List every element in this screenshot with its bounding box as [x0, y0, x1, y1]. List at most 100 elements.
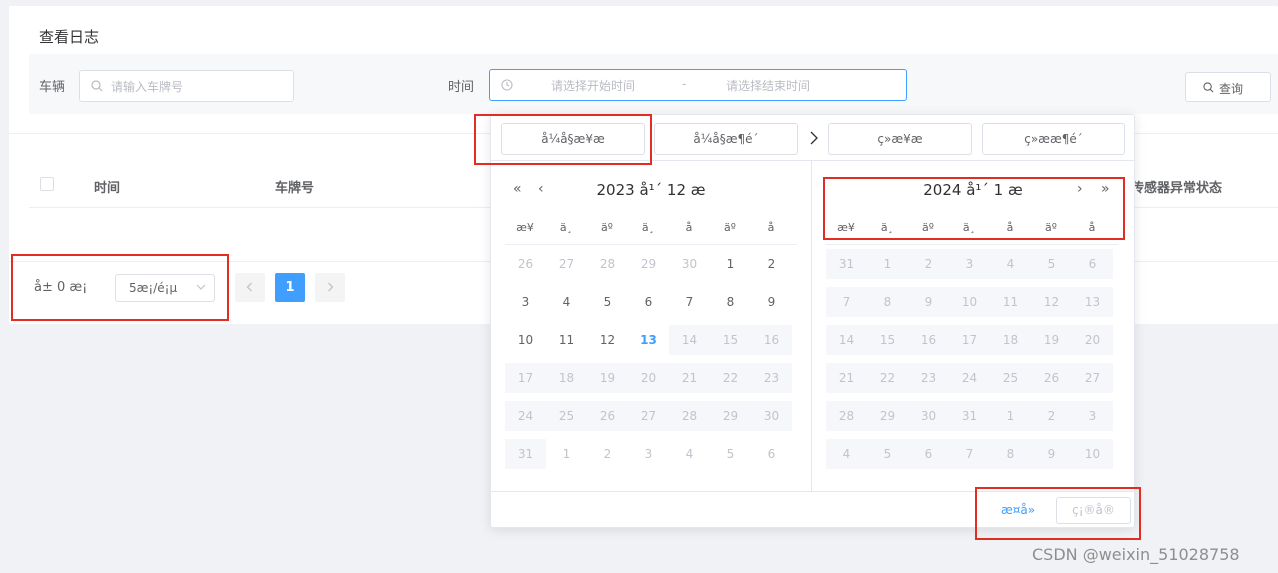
calendar-day[interactable]: 11	[546, 325, 587, 355]
next-page-button[interactable]	[315, 273, 345, 302]
vehicle-label: 车辆	[39, 80, 66, 95]
chevron-right-icon	[328, 282, 334, 292]
calendar-day: 28	[669, 401, 710, 431]
clock-icon	[501, 79, 513, 91]
calendar-day: 25	[990, 363, 1031, 393]
chevron-right-icon	[810, 131, 818, 145]
calendar-day: 4	[990, 249, 1031, 279]
search-icon	[1203, 82, 1214, 93]
calendar-day: 8	[867, 287, 908, 317]
start-time-placeholder: 请选择开始时间	[551, 79, 636, 93]
page-number-1[interactable]: 1	[275, 273, 305, 302]
next-month-icon[interactable]: ›	[1077, 181, 1083, 197]
calendar-day[interactable]: 8	[710, 287, 751, 317]
column-sensor-status: 传感器异常状态	[1131, 181, 1223, 196]
calendar-day: 10	[1072, 439, 1113, 469]
calendar-day: 7	[826, 287, 867, 317]
calendar-right: 2024 å¹´ 1 æ › » æ¥ ä¸ äº ä¸ å äº å 31 1 2…	[812, 161, 1134, 491]
calendar-day: 9	[908, 287, 949, 317]
calendar-day: 13	[1072, 287, 1113, 317]
end-date-input[interactable]: ç»æ¥æ	[828, 123, 972, 155]
datetime-range-picker: å¼å§æ¥æ å¼å§æ¶é´ ç»æ¥æ ç»ææ¶é´ « ‹ 2023 …	[490, 114, 1135, 528]
calendar-day: 10	[949, 287, 990, 317]
weekday-row: æ¥ ä¸ äº ä¸ å äº å	[505, 217, 797, 245]
calendar-day: 2	[603, 447, 612, 461]
now-button[interactable]: æ­¤å»	[1001, 503, 1035, 517]
calendar-day: 26	[1031, 363, 1072, 393]
pagination-total: å± 0 æ¡	[34, 280, 88, 295]
calendar-day: 1	[990, 401, 1031, 431]
calendar-day: 9	[1031, 439, 1072, 469]
calendar-day: 6	[1072, 249, 1113, 279]
calendar-day: 20	[1072, 325, 1113, 355]
calendar-day: 14	[826, 325, 867, 355]
calendar-day: 18	[546, 363, 587, 393]
weekday-row: æ¥ ä¸ äº ä¸ å äº å	[826, 217, 1118, 245]
calendar-day: 3	[949, 249, 990, 279]
calendar-day[interactable]: 7	[669, 287, 710, 317]
calendar-day: 11	[990, 287, 1031, 317]
calendar-day: 31	[505, 439, 546, 469]
calendar-day: 17	[949, 325, 990, 355]
end-time-placeholder: 请选择结束时间	[726, 79, 811, 93]
range-separator: -	[682, 77, 687, 91]
calendar-day: 24	[505, 401, 546, 431]
calendar-day: 4	[826, 439, 867, 469]
calendar-day: 15	[867, 325, 908, 355]
calendar-day[interactable]: 9	[751, 287, 792, 317]
calendar-day[interactable]: 2	[751, 249, 792, 279]
calendar-day: 8	[990, 439, 1031, 469]
calendar-day: 5	[867, 439, 908, 469]
calendar-day: 29	[710, 401, 751, 431]
start-time-input[interactable]: å¼å§æ¶é´	[654, 123, 798, 155]
end-time-input[interactable]: ç»ææ¶é´	[982, 123, 1125, 155]
calendar-day: 26	[517, 257, 534, 271]
calendar-day: 15	[710, 325, 751, 355]
calendar-day: 21	[826, 363, 867, 393]
next-year-icon[interactable]: »	[1101, 181, 1110, 197]
calendar-day: 5	[1031, 249, 1072, 279]
vehicle-placeholder: 请输入车牌号	[111, 80, 184, 94]
calendar-day: 4	[685, 447, 694, 461]
right-month-title: 2024 å¹´ 1 æ	[923, 181, 1023, 199]
chevron-left-icon	[246, 282, 252, 292]
calendar-day: 5	[726, 447, 735, 461]
vehicle-search-input[interactable]: 请输入车牌号	[79, 70, 294, 102]
calendar-day: 20	[628, 363, 669, 393]
calendar-day: 28	[599, 257, 616, 271]
calendar-day[interactable]: 13	[628, 325, 669, 355]
calendar-day[interactable]: 4	[546, 287, 587, 317]
calendar-day[interactable]: 5	[587, 287, 628, 317]
time-label: 时间	[448, 80, 475, 95]
chevron-down-icon	[196, 284, 206, 290]
calendar-day: 30	[751, 401, 792, 431]
calendar-day: 2	[908, 249, 949, 279]
calendar-day: 29	[640, 257, 657, 271]
page-title: 查看日志	[39, 28, 100, 46]
calendar-day: 29	[867, 401, 908, 431]
calendar-day[interactable]: 1	[710, 249, 751, 279]
calendar-day[interactable]: 6	[628, 287, 669, 317]
calendar-day[interactable]: 10	[505, 325, 546, 355]
calendar-day[interactable]: 3	[505, 287, 546, 317]
select-all-checkbox[interactable]	[40, 177, 54, 191]
query-button[interactable]: 查询	[1185, 72, 1271, 102]
watermark: CSDN @weixin_51028758	[1032, 545, 1240, 564]
calendar-day: 14	[669, 325, 710, 355]
time-range-input[interactable]: 请选择开始时间 - 请选择结束时间	[489, 69, 907, 101]
prev-page-button[interactable]	[235, 273, 265, 302]
calendar-day: 31	[949, 401, 990, 431]
page-size-select[interactable]: 5æ¡/é¡µ	[115, 274, 215, 302]
start-date-input[interactable]: å¼å§æ¥æ	[501, 123, 645, 155]
calendar-day: 16	[908, 325, 949, 355]
confirm-button[interactable]: ç¡®å®	[1056, 497, 1131, 524]
calendar-day: 7	[949, 439, 990, 469]
calendar-day: 3	[1072, 401, 1113, 431]
calendar-left: « ‹ 2023 å¹´ 12 æ æ¥ ä¸ äº ä¸ å äº å 26 2…	[491, 161, 812, 491]
calendar-day: 2	[1031, 401, 1072, 431]
calendar-day: 22	[710, 363, 751, 393]
calendar-day[interactable]: 12	[587, 325, 628, 355]
calendar-day: 30	[681, 257, 698, 271]
calendar-day: 27	[558, 257, 575, 271]
page-size-value: 5æ¡/é¡µ	[129, 281, 178, 295]
